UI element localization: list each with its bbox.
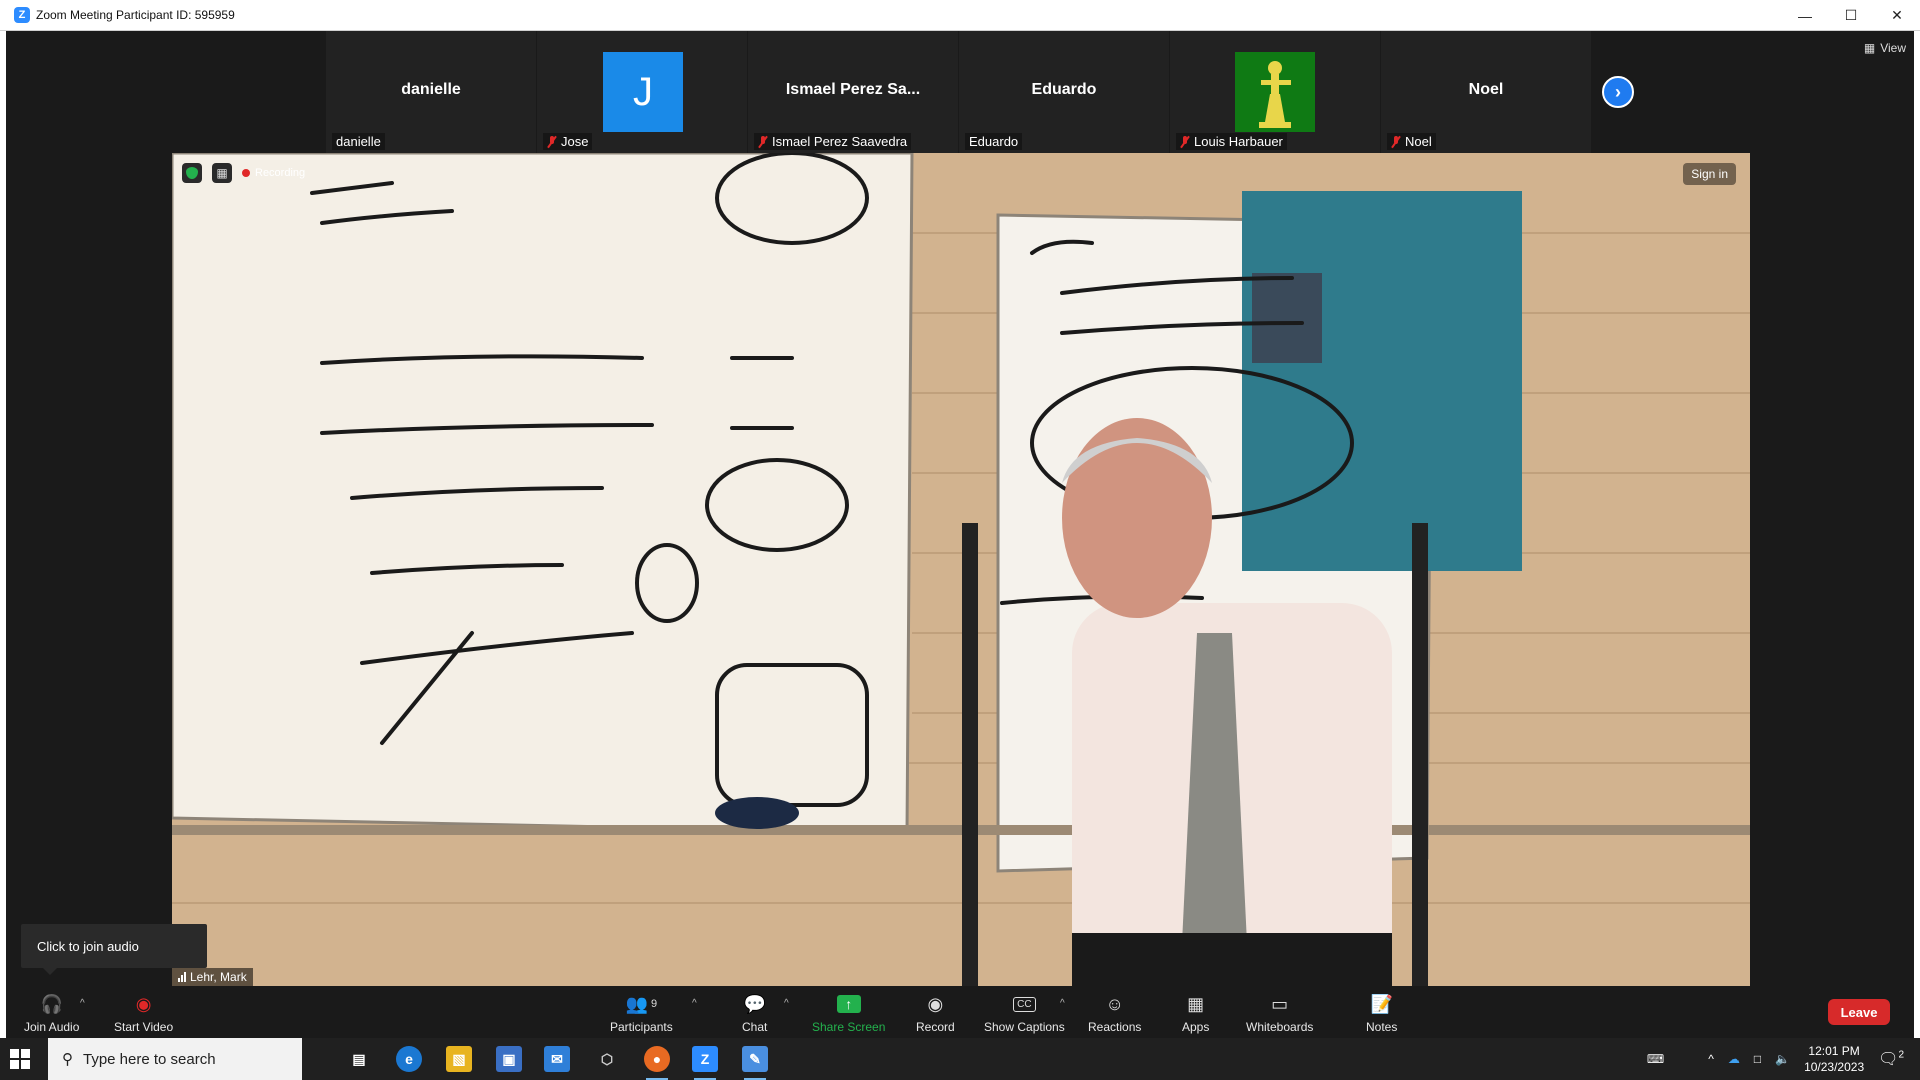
firefox-icon[interactable]: ●: [644, 1046, 670, 1080]
grid-view-icon[interactable]: ▦: [212, 163, 232, 183]
search-placeholder: Type here to search: [83, 1050, 216, 1068]
windows-start-icon[interactable]: [10, 1049, 30, 1069]
participants-options-caret[interactable]: ^: [692, 998, 697, 1009]
zoom-logo-icon: Z: [14, 7, 30, 23]
chat-button[interactable]: 💬 Chat: [742, 986, 767, 1038]
mic-muted-icon: [758, 135, 768, 148]
close-button[interactable]: ✕: [1874, 0, 1920, 31]
participant-label: Eduardo: [965, 133, 1023, 150]
start-video-button[interactable]: ◉ Start Video: [114, 986, 173, 1038]
onedrive-icon[interactable]: ☁: [1728, 1052, 1740, 1066]
participant-big-name: Ismael Perez Sa...: [785, 81, 921, 98]
keyboard-icon[interactable]: ⌨: [1647, 1052, 1664, 1066]
show-captions-button[interactable]: CC Show Captions: [984, 986, 1065, 1038]
notes-icon: 📝: [1370, 993, 1393, 1014]
task-view-icon[interactable]: ▤: [346, 1046, 372, 1072]
share-screen-icon: ↑: [836, 992, 861, 1016]
signal-bars-icon: [178, 972, 186, 982]
volume-muted-icon[interactable]: 🔈: [1775, 1052, 1790, 1066]
participant-label: Jose: [543, 133, 593, 150]
meeting-toolbar: 🎧 Join Audio ^ ◉ Start Video 👥 9 Particip…: [6, 986, 1914, 1038]
active-speaker-name: Lehr, Mark: [172, 968, 253, 986]
mic-muted-icon: [1180, 135, 1190, 148]
store-icon[interactable]: ▣: [496, 1046, 522, 1072]
whiteboards-button[interactable]: ▭ Whiteboards: [1246, 986, 1313, 1038]
headphones-icon: 🎧: [40, 993, 63, 1014]
notes-button[interactable]: 📝 Notes: [1366, 986, 1397, 1038]
share-screen-button[interactable]: ↑ Share Screen: [812, 986, 885, 1038]
captions-options-caret[interactable]: ^: [1060, 998, 1065, 1009]
window-border-right: [1914, 31, 1920, 1038]
participant-big-name: Eduardo: [1031, 81, 1097, 98]
participants-button[interactable]: 👥 9 Participants: [610, 986, 673, 1038]
participant-label: Ismael Perez Saavedra: [754, 133, 912, 150]
record-icon: ◉: [927, 993, 944, 1014]
file-explorer-icon[interactable]: ▧: [446, 1046, 472, 1072]
reactions-button[interactable]: ☺ Reactions: [1088, 986, 1141, 1038]
mic-muted-icon: [547, 135, 557, 148]
chevron-right-icon: ›: [1615, 81, 1621, 102]
mic-muted-icon: [1391, 135, 1401, 148]
clock-date: 10/23/2023: [1804, 1060, 1865, 1074]
minimize-button[interactable]: —: [1782, 0, 1828, 31]
whiteboard-app-icon[interactable]: ✎: [742, 1046, 768, 1080]
window-titlebar: Z Zoom Meeting Participant ID: 595959 — …: [0, 0, 1920, 31]
whiteboard-icon: ▭: [1271, 993, 1289, 1014]
window-controls: — ☐ ✕: [1782, 0, 1920, 31]
participant-tile-ismael[interactable]: Ismael Perez Sa... Ismael Perez Saavedra: [748, 31, 958, 153]
clock-time: 12:01 PM: [1808, 1044, 1860, 1058]
participant-tile-noel[interactable]: Noel Noel: [1381, 31, 1591, 153]
grid-icon: ▦: [1863, 41, 1876, 55]
maximize-button[interactable]: ☐: [1828, 0, 1874, 31]
record-button[interactable]: ◉ Record: [916, 986, 955, 1038]
sign-in-button[interactable]: Sign in: [1683, 163, 1736, 185]
chat-icon: 💬: [743, 993, 766, 1014]
video-overlay-icons: ▦ Recording: [182, 163, 305, 183]
participant-tile-eduardo[interactable]: Eduardo Eduardo: [959, 31, 1169, 153]
zoom-app-icon[interactable]: Z: [692, 1046, 718, 1080]
avatar: J: [603, 52, 683, 132]
vs-code-icon[interactable]: ⬡: [594, 1046, 620, 1072]
chevron-up-icon[interactable]: ^: [1708, 1052, 1714, 1066]
reactions-icon: ☺: [1105, 993, 1124, 1014]
participant-tile-louis[interactable]: Louis Harbauer: [1170, 31, 1380, 153]
participant-big-name: Noel: [1468, 81, 1504, 98]
system-tray: ⌨ ^ ☁ □ 🔈 12:01 PM 10/23/2023 🗨2: [1647, 1038, 1920, 1080]
window-title: Zoom Meeting Participant ID: 595959: [36, 8, 235, 22]
apps-button[interactable]: ▦ Apps: [1182, 986, 1209, 1038]
taskbar-search-box[interactable]: ⚲ Type here to search: [48, 1038, 302, 1080]
avatar: [1235, 52, 1315, 132]
audio-options-caret[interactable]: ^: [80, 998, 85, 1009]
participant-label: Louis Harbauer: [1176, 133, 1287, 150]
leave-button[interactable]: Leave: [1828, 999, 1890, 1025]
participant-label: danielle: [332, 133, 385, 150]
apps-icon: ▦: [1187, 993, 1205, 1014]
chat-options-caret[interactable]: ^: [784, 998, 789, 1009]
search-icon: ⚲: [62, 1051, 73, 1068]
edge-browser-icon[interactable]: e: [396, 1046, 422, 1072]
next-page-button[interactable]: ›: [1602, 76, 1634, 108]
network-icon[interactable]: □: [1754, 1052, 1761, 1066]
captions-icon: CC: [1013, 992, 1036, 1016]
view-button[interactable]: ▦ View: [1864, 41, 1906, 55]
classroom-video-frame: [172, 153, 1750, 986]
meeting-window: danielle danielle J Jose Ismael Perez Sa…: [6, 31, 1914, 1038]
mail-icon[interactable]: ✉: [544, 1046, 570, 1072]
join-audio-tooltip: Click to join audio: [21, 924, 207, 975]
taskbar-clock[interactable]: 12:01 PM 10/23/2023: [1804, 1043, 1864, 1075]
participant-tile-danielle[interactable]: danielle danielle: [326, 31, 536, 153]
join-audio-button[interactable]: 🎧 Join Audio: [24, 986, 79, 1038]
windows-taskbar: ⚲ Type here to search ▤ e ▧ ▣ ✉ ⬡ ● Z ✎ …: [0, 1038, 1920, 1080]
active-speaker-video: ▦ Recording Sign in Lehr, Mark: [172, 153, 1750, 986]
participant-strip: danielle danielle J Jose Ismael Perez Sa…: [326, 31, 1592, 153]
participant-big-name: danielle: [401, 81, 461, 98]
participant-tile-jose[interactable]: J Jose: [537, 31, 747, 153]
security-shield-icon[interactable]: [182, 163, 202, 183]
camera-off-icon: ◉: [135, 993, 152, 1014]
participant-label: Noel: [1387, 133, 1436, 150]
notification-center-icon[interactable]: 🗨2: [1878, 1049, 1904, 1069]
participants-icon: 👥 9: [625, 993, 658, 1014]
recording-indicator: Recording: [242, 167, 305, 179]
